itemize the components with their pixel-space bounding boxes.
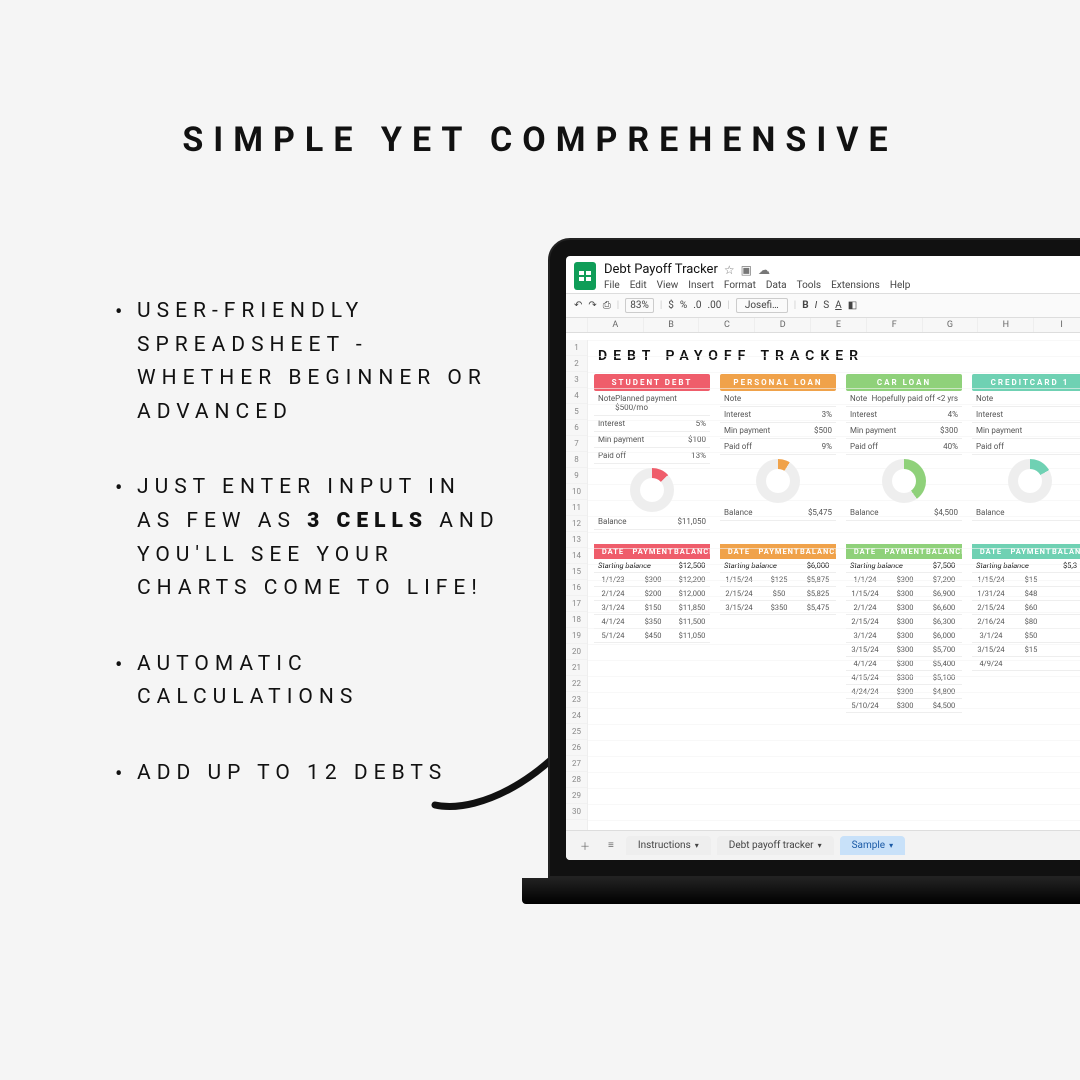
font-select[interactable]: Josefi…	[736, 298, 788, 313]
redo-icon[interactable]: ↷	[588, 300, 596, 311]
percent-format[interactable]: %	[680, 300, 687, 311]
bullet-1: USER-FRIENDLY SPREADSHEET - WHETHER BEGI…	[115, 295, 505, 429]
sheets-logo-icon	[574, 262, 596, 290]
cloud-status-icon: ☁	[758, 263, 770, 277]
donut-chart-icon	[756, 459, 800, 503]
undo-icon[interactable]: ↶	[574, 300, 582, 311]
zoom-control[interactable]: 83%	[625, 298, 654, 313]
move-folder-icon[interactable]: ▣	[741, 263, 752, 277]
currency-format[interactable]: $	[668, 300, 674, 311]
add-sheet-button[interactable]: ＋	[574, 834, 596, 857]
doc-title[interactable]: Debt Payoff Tracker	[604, 262, 718, 277]
fill-color-icon[interactable]: ◧	[848, 300, 857, 311]
italic-icon[interactable]: I	[815, 300, 818, 311]
menu-tools[interactable]: Tools	[797, 280, 821, 291]
laptop-mockup: Debt Payoff Tracker ☆ ▣ ☁ File Edit View In…	[548, 238, 1080, 904]
donut-chart-icon	[630, 468, 674, 512]
text-color-icon[interactable]: A	[835, 300, 842, 311]
menu-extensions[interactable]: Extensions	[831, 280, 880, 291]
tab-debt-payoff-tracker[interactable]: Debt payoff tracker▾	[717, 836, 834, 855]
headline: SIMPLE YET COMPREHENSIVE	[0, 120, 1080, 160]
sheets-header: Debt Payoff Tracker ☆ ▣ ☁ File Edit View In…	[566, 256, 1080, 293]
menu-view[interactable]: View	[657, 280, 679, 291]
star-icon[interactable]: ☆	[724, 263, 735, 277]
column-headers[interactable]: ABCDEFGHI	[566, 318, 1080, 333]
menu-help[interactable]: Help	[890, 280, 910, 291]
menu-edit[interactable]: Edit	[630, 280, 647, 291]
bullet-2: JUST ENTER INPUT IN AS FEW AS 3 CELLS AN…	[115, 471, 505, 605]
donut-chart-icon	[882, 459, 926, 503]
spreadsheet-screen: Debt Payoff Tracker ☆ ▣ ☁ File Edit View In…	[566, 256, 1080, 860]
tab-instructions[interactable]: Instructions▾	[626, 836, 711, 855]
menu-bar: File Edit View Insert Format Data Tools Extensi…	[604, 280, 910, 291]
bold-icon[interactable]: B	[802, 300, 808, 311]
menu-file[interactable]: File	[604, 280, 620, 291]
sheet-tabs: ＋ ≡ Instructions▾ Debt payoff tracker▾ S…	[566, 830, 1080, 860]
menu-insert[interactable]: Insert	[688, 280, 714, 291]
laptop-base	[522, 878, 1080, 904]
strike-icon[interactable]: S	[823, 300, 829, 311]
row-headers[interactable]: 1234567891011121314151617181920212223242…	[566, 340, 588, 830]
toolbar[interactable]: ↶ ↷ ⎙ | 83% | $ % .0.00 | Josefi… | B I …	[566, 293, 1080, 318]
all-sheets-button[interactable]: ≡	[602, 836, 620, 855]
donut-chart-icon	[1008, 459, 1052, 503]
menu-format[interactable]: Format	[724, 280, 756, 291]
tab-sample[interactable]: Sample▾	[840, 836, 906, 855]
menu-data[interactable]: Data	[766, 280, 787, 291]
print-icon[interactable]: ⎙	[603, 300, 611, 311]
